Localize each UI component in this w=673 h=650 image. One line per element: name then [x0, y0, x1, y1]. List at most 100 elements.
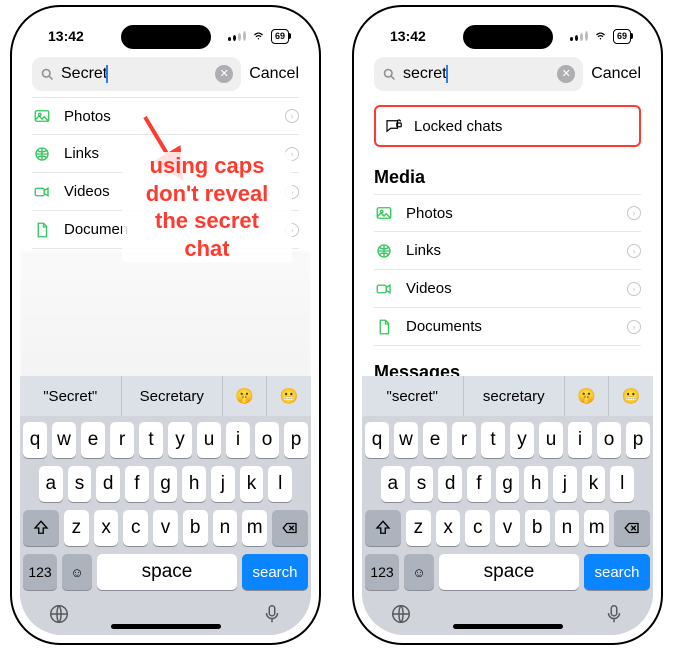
key-f[interactable]: f [125, 466, 149, 502]
key-m[interactable]: m [242, 510, 267, 546]
key-l[interactable]: l [610, 466, 634, 502]
key-p[interactable]: p [626, 422, 650, 458]
key-g[interactable]: g [154, 466, 178, 502]
clear-button[interactable]: ✕ [557, 65, 575, 83]
suggestion[interactable]: "Secret" [20, 376, 122, 416]
key-d[interactable]: d [96, 466, 120, 502]
key-k[interactable]: k [582, 466, 606, 502]
key-s[interactable]: s [68, 466, 92, 502]
row-videos[interactable]: Videos › [32, 173, 299, 211]
key-f[interactable]: f [467, 466, 491, 502]
key-x[interactable]: x [94, 510, 119, 546]
key-w[interactable]: w [52, 422, 76, 458]
key-e[interactable]: e [81, 422, 105, 458]
key-y[interactable]: y [510, 422, 534, 458]
row-photos[interactable]: Photos › [374, 194, 641, 232]
key-n[interactable]: n [213, 510, 238, 546]
shift-key[interactable] [365, 510, 401, 546]
key-e[interactable]: e [423, 422, 447, 458]
key-s[interactable]: s [410, 466, 434, 502]
key-q[interactable]: q [365, 422, 389, 458]
key-v[interactable]: v [153, 510, 178, 546]
backspace-key[interactable] [272, 510, 308, 546]
search-field[interactable]: secret ✕ [374, 57, 583, 91]
suggestion-emoji[interactable]: 😬 [267, 376, 311, 416]
clear-button[interactable]: ✕ [215, 65, 233, 83]
search-key[interactable]: search [584, 554, 650, 590]
space-key[interactable]: space [97, 554, 237, 590]
backspace-key[interactable] [614, 510, 650, 546]
key-r[interactable]: r [452, 422, 476, 458]
key-j[interactable]: j [553, 466, 577, 502]
globe-icon[interactable] [48, 603, 70, 625]
suggestion-emoji[interactable]: 😬 [609, 376, 653, 416]
key-a[interactable]: a [381, 466, 405, 502]
search-input[interactable]: secret [403, 65, 551, 83]
key-c[interactable]: c [123, 510, 148, 546]
shift-key[interactable] [23, 510, 59, 546]
key-a[interactable]: a [39, 466, 63, 502]
key-k[interactable]: k [240, 466, 264, 502]
key-o[interactable]: o [597, 422, 621, 458]
key-b[interactable]: b [183, 510, 208, 546]
key-v[interactable]: v [495, 510, 520, 546]
key-p[interactable]: p [284, 422, 308, 458]
key-m[interactable]: m [584, 510, 609, 546]
key-n[interactable]: n [555, 510, 580, 546]
row-links[interactable]: Links › [32, 135, 299, 173]
search-field[interactable]: Secret ✕ [32, 57, 241, 91]
numeric-key[interactable]: 123 [365, 554, 399, 590]
key-i[interactable]: i [568, 422, 592, 458]
key-h[interactable]: h [524, 466, 548, 502]
globe-icon[interactable] [390, 603, 412, 625]
key-o[interactable]: o [255, 422, 279, 458]
key-q[interactable]: q [23, 422, 47, 458]
suggestion[interactable]: Secretary [122, 376, 224, 416]
suggestion[interactable]: "secret" [362, 376, 464, 416]
row-documents[interactable]: Documen › [32, 211, 299, 249]
suggestion-emoji[interactable]: 🤫 [223, 376, 267, 416]
home-indicator[interactable] [111, 624, 221, 629]
key-z[interactable]: z [406, 510, 431, 546]
clock: 13:42 [48, 28, 84, 44]
row-photos[interactable]: Photos › [32, 97, 299, 135]
key-c[interactable]: c [465, 510, 490, 546]
emoji-key[interactable]: ☺ [62, 554, 92, 590]
key-r[interactable]: r [110, 422, 134, 458]
suggestion[interactable]: secretary [464, 376, 566, 416]
key-l[interactable]: l [268, 466, 292, 502]
key-g[interactable]: g [496, 466, 520, 502]
key-j[interactable]: j [211, 466, 235, 502]
search-key[interactable]: search [242, 554, 308, 590]
row-links[interactable]: Links › [374, 232, 641, 270]
notch [121, 25, 211, 49]
cancel-button[interactable]: Cancel [249, 65, 299, 83]
cancel-button[interactable]: Cancel [591, 65, 641, 83]
numeric-key[interactable]: 123 [23, 554, 57, 590]
key-x[interactable]: x [436, 510, 461, 546]
key-b[interactable]: b [525, 510, 550, 546]
suggestion-emoji[interactable]: 🤫 [565, 376, 609, 416]
locked-chat-icon [384, 117, 402, 135]
key-y[interactable]: y [168, 422, 192, 458]
key-z[interactable]: z [64, 510, 89, 546]
mic-icon[interactable] [261, 603, 283, 625]
mic-icon[interactable] [603, 603, 625, 625]
key-h[interactable]: h [182, 466, 206, 502]
search-input[interactable]: Secret [61, 65, 209, 83]
chevron-icon: › [285, 223, 299, 237]
home-indicator[interactable] [453, 624, 563, 629]
key-u[interactable]: u [197, 422, 221, 458]
key-i[interactable]: i [226, 422, 250, 458]
row-videos[interactable]: Videos › [374, 270, 641, 308]
key-d[interactable]: d [438, 466, 462, 502]
blurred-content [20, 253, 311, 376]
key-u[interactable]: u [539, 422, 563, 458]
key-w[interactable]: w [394, 422, 418, 458]
key-t[interactable]: t [139, 422, 163, 458]
emoji-key[interactable]: ☺ [404, 554, 434, 590]
space-key[interactable]: space [439, 554, 579, 590]
key-t[interactable]: t [481, 422, 505, 458]
row-documents[interactable]: Documents › [374, 308, 641, 346]
locked-chats-result[interactable]: Locked chats [374, 105, 641, 147]
